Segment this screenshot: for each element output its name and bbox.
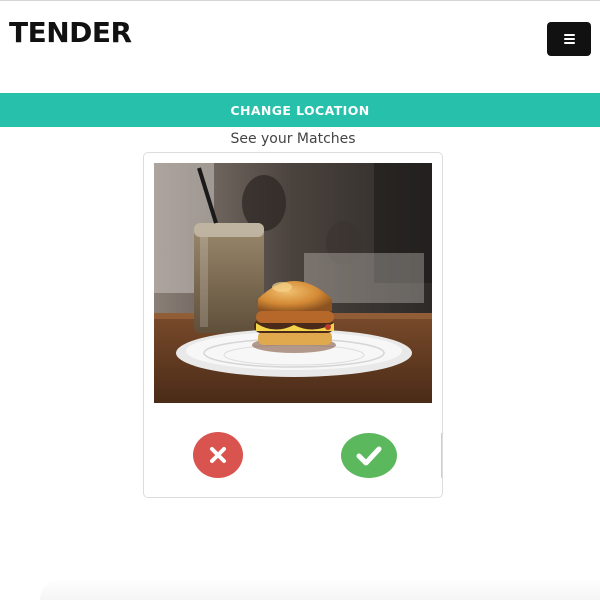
navbar: TENDER	[0, 1, 600, 93]
reject-button[interactable]	[193, 432, 243, 478]
food-photo	[154, 163, 432, 403]
card-edge-divider	[441, 433, 442, 478]
bottom-shadow	[40, 578, 600, 600]
matches-heading: See your Matches	[230, 131, 356, 147]
change-location-button[interactable]: CHANGE LOCATION	[0, 93, 600, 127]
accept-button[interactable]	[341, 433, 397, 478]
match-card	[143, 152, 443, 498]
hamburger-icon	[563, 34, 575, 44]
change-location-label: CHANGE LOCATION	[230, 102, 370, 118]
check-icon	[356, 446, 382, 465]
page: TENDER CHANGE LOCATION See your Matches	[0, 0, 600, 600]
brand-logo[interactable]: TENDER	[9, 15, 132, 51]
menu-toggle-button[interactable]	[547, 22, 591, 56]
close-icon	[210, 447, 226, 463]
